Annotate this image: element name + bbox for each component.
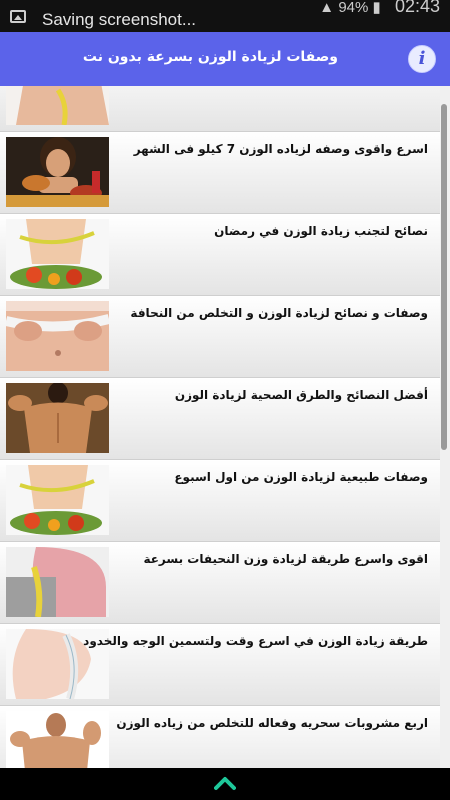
list-item-label: اسرع واقوى وصفه لزياده الوزن 7 كيلو فى ا… [133,142,428,156]
list-item-thumbnail [6,137,109,207]
app-header: وصفات لزيادة الوزن بسرعة بدون نت i [0,32,450,86]
bottom-bar [0,768,450,800]
notification-text: Saving screenshot... [42,10,197,29]
list-item-label: نصائح لتجنب زيادة الوزن في رمضان [214,224,428,238]
list-item-thumbnail [6,383,109,453]
list-item-label: وصفات و نصائح لزيادة الوزن و التخلص من ا… [130,306,428,320]
status-right: ▲ 94% ▮ 02:43 [319,0,440,17]
list-item-thumbnail [6,465,109,535]
list-item[interactable]: أفضل النصائح والطرق الصحية لزيادة الوزن [0,378,440,460]
list-item-label: أفضل النصائح والطرق الصحية لزيادة الوزن [174,388,428,402]
list-item-label: وصفات طبيعية لزيادة الوزن من اول اسبوع [174,470,428,484]
list-item[interactable]: وصفات و نصائح لزيادة الوزن و التخلص من ا… [0,296,440,378]
list-item-thumbnail [6,86,109,125]
battery-percent: 94% [338,0,369,16]
signal-icon: ▲ [319,0,335,16]
list-item-thumbnail [6,711,109,768]
list-item-label: اربع مشروبات سحريه وفعاله للتخلص من زياد… [116,716,428,730]
list-item[interactable]: وصفات طبيعية لزيادة الوزن من اول اسبوع [0,460,440,542]
info-icon[interactable]: i [408,45,436,73]
clock: 02:43 [394,0,440,16]
battery-icon: ▮ [372,0,381,16]
list-item[interactable]: نصائح لتجنب زيادة الوزن في رمضان [0,214,440,296]
list-item-thumbnail [6,547,109,617]
scrollbar[interactable] [441,104,447,450]
list-item[interactable] [0,86,440,132]
chevron-up-icon[interactable] [214,774,236,792]
article-list[interactable]: اسرع واقوى وصفه لزياده الوزن 7 كيلو فى ا… [0,86,450,768]
page-title: وصفات لزيادة الوزن بسرعة بدون نت [82,49,338,65]
list-item-label: طريقة زيادة الوزن في اسرع وقت ولتسمين ال… [83,634,428,648]
list-item[interactable]: اربع مشروبات سحريه وفعاله للتخلص من زياد… [0,706,440,768]
image-icon [10,10,26,23]
list-item-thumbnail [6,301,109,371]
list-item[interactable]: اسرع واقوى وصفه لزياده الوزن 7 كيلو فى ا… [0,132,440,214]
list-item-thumbnail [6,219,109,289]
status-bar: Saving screenshot... ▲ 94% ▮ 02:43 [0,0,450,32]
list-item-label: اقوى واسرع طريقة لزيادة وزن النحيفات بسر… [143,552,428,566]
list-item[interactable]: طريقة زيادة الوزن في اسرع وقت ولتسمين ال… [0,624,440,706]
list-item[interactable]: اقوى واسرع طريقة لزيادة وزن النحيفات بسر… [0,542,440,624]
